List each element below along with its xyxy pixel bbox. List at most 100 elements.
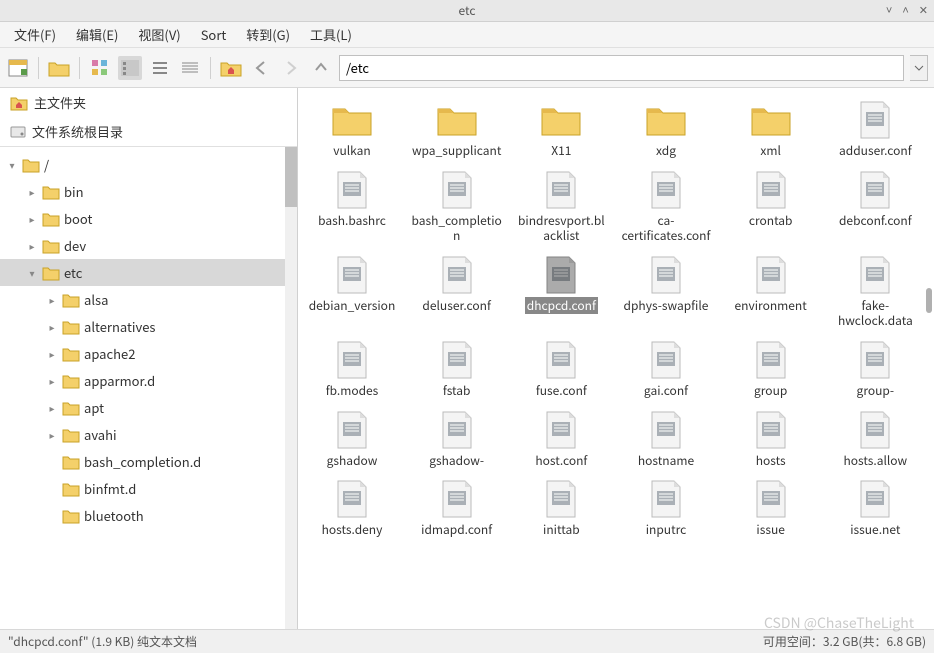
- file-item[interactable]: hosts.deny: [302, 475, 402, 543]
- folder-item[interactable]: vulkan: [302, 96, 402, 164]
- file-item[interactable]: issue.net: [825, 475, 925, 543]
- file-item[interactable]: gshadow: [302, 406, 402, 474]
- file-icon: [747, 410, 795, 450]
- tree-expander-icon[interactable]: ▸: [46, 373, 58, 388]
- tree-item[interactable]: ▸dev: [0, 232, 297, 259]
- toolbar-separator: [79, 57, 80, 79]
- file-item[interactable]: idmapd.conf: [407, 475, 507, 543]
- view-icons-button[interactable]: [88, 56, 112, 80]
- folder-tree[interactable]: ▾/▸bin▸boot▸dev▾etc▸alsa▸alternatives▸ap…: [0, 147, 297, 629]
- forward-button[interactable]: [279, 56, 303, 80]
- up-button[interactable]: [309, 56, 333, 80]
- file-item[interactable]: bash.bashrc: [302, 166, 402, 249]
- file-item[interactable]: bash_completion: [407, 166, 507, 249]
- tree-item[interactable]: ▾etc: [0, 259, 297, 286]
- tree-item[interactable]: ▸bin: [0, 178, 297, 205]
- file-item[interactable]: group: [721, 336, 821, 404]
- tree-expander-icon[interactable]: ▾: [6, 157, 18, 172]
- tree-item[interactable]: binfmt.d: [0, 475, 297, 502]
- tree-expander-icon[interactable]: ▸: [46, 346, 58, 361]
- tree-expander-icon[interactable]: ▸: [26, 211, 38, 226]
- file-item[interactable]: dhcpcd.conf: [511, 251, 611, 334]
- menu-edit[interactable]: 编辑(E): [68, 22, 126, 47]
- path-input[interactable]: [339, 55, 904, 81]
- tree-expander-icon[interactable]: ▸: [46, 292, 58, 307]
- tree-expander-icon[interactable]: ▾: [26, 265, 38, 280]
- folder-item[interactable]: wpa_supplicant: [407, 96, 507, 164]
- folder-item[interactable]: xml: [721, 96, 821, 164]
- file-item[interactable]: hosts: [721, 406, 821, 474]
- file-item[interactable]: hosts.allow: [825, 406, 925, 474]
- place-home[interactable]: 主文件夹: [0, 88, 297, 117]
- tree-item[interactable]: ▸boot: [0, 205, 297, 232]
- file-item[interactable]: dphys-swapfile: [616, 251, 716, 334]
- file-item[interactable]: ca-certificates.conf: [616, 166, 716, 249]
- content-scrollbar-thumb[interactable]: [926, 288, 932, 313]
- tree-expander-icon[interactable]: ▸: [26, 238, 38, 253]
- file-icon: [328, 255, 376, 295]
- file-item[interactable]: group-: [825, 336, 925, 404]
- file-item[interactable]: host.conf: [511, 406, 611, 474]
- tree-expander-icon[interactable]: ▸: [46, 319, 58, 334]
- file-label: idmapd.conf: [419, 521, 494, 539]
- file-item[interactable]: bindresvport.blacklist: [511, 166, 611, 249]
- tree-item[interactable]: ▸apt: [0, 394, 297, 421]
- back-button[interactable]: [249, 56, 273, 80]
- detail-view-icon: [181, 60, 199, 76]
- file-item[interactable]: fuse.conf: [511, 336, 611, 404]
- file-view[interactable]: vulkanwpa_supplicantX11xdgxmladduser.con…: [298, 88, 934, 629]
- file-item[interactable]: fstab: [407, 336, 507, 404]
- place-root[interactable]: 文件系统根目录: [0, 117, 297, 146]
- menu-goto[interactable]: 转到(G): [238, 22, 298, 47]
- file-label: fstab: [441, 382, 473, 400]
- file-item[interactable]: fake-hwclock.data: [825, 251, 925, 334]
- file-item[interactable]: debconf.conf: [825, 166, 925, 249]
- path-dropdown-button[interactable]: [910, 55, 928, 81]
- view-compact-button[interactable]: [118, 56, 142, 80]
- view-detail-button[interactable]: [178, 56, 202, 80]
- close-icon[interactable]: ✕: [919, 5, 928, 16]
- file-item[interactable]: crontab: [721, 166, 821, 249]
- file-label: hosts: [754, 452, 788, 470]
- file-item[interactable]: fb.modes: [302, 336, 402, 404]
- maximize-icon[interactable]: ˄: [902, 5, 908, 16]
- tree-item[interactable]: ▸alsa: [0, 286, 297, 313]
- file-item[interactable]: adduser.conf: [825, 96, 925, 164]
- file-item[interactable]: issue: [721, 475, 821, 543]
- file-item[interactable]: gshadow-: [407, 406, 507, 474]
- file-item[interactable]: debian_version: [302, 251, 402, 334]
- file-icon: [851, 255, 899, 295]
- tree-expander-icon[interactable]: ▸: [46, 400, 58, 415]
- tree-item[interactable]: ▸apparmor.d: [0, 367, 297, 394]
- new-folder-button[interactable]: [47, 56, 71, 80]
- new-tab-button[interactable]: [6, 56, 30, 80]
- tree-scrollbar-track[interactable]: [285, 147, 297, 629]
- tree-scrollbar-thumb[interactable]: [285, 147, 297, 207]
- file-item[interactable]: gai.conf: [616, 336, 716, 404]
- minimize-icon[interactable]: ˅: [886, 5, 892, 16]
- folder-item[interactable]: X11: [511, 96, 611, 164]
- file-label: fb.modes: [324, 382, 381, 400]
- menu-view[interactable]: 视图(V): [130, 22, 188, 47]
- menu-sort[interactable]: Sort: [193, 22, 235, 47]
- file-icon: [851, 100, 899, 140]
- file-item[interactable]: hostname: [616, 406, 716, 474]
- tree-item[interactable]: ▾/: [0, 151, 297, 178]
- view-list-button[interactable]: [148, 56, 172, 80]
- file-item[interactable]: environment: [721, 251, 821, 334]
- file-item[interactable]: inputrc: [616, 475, 716, 543]
- file-label: hostname: [636, 452, 696, 470]
- file-item[interactable]: inittab: [511, 475, 611, 543]
- tree-item[interactable]: bluetooth: [0, 502, 297, 529]
- file-item[interactable]: deluser.conf: [407, 251, 507, 334]
- menu-tools[interactable]: 工具(L): [302, 22, 360, 47]
- tree-expander-icon[interactable]: ▸: [26, 184, 38, 199]
- tree-expander-icon[interactable]: ▸: [46, 427, 58, 442]
- tree-item[interactable]: bash_completion.d: [0, 448, 297, 475]
- tree-item[interactable]: ▸apache2: [0, 340, 297, 367]
- menu-file[interactable]: 文件(F): [6, 22, 64, 47]
- home-button[interactable]: [219, 56, 243, 80]
- folder-item[interactable]: xdg: [616, 96, 716, 164]
- tree-item[interactable]: ▸avahi: [0, 421, 297, 448]
- tree-item[interactable]: ▸alternatives: [0, 313, 297, 340]
